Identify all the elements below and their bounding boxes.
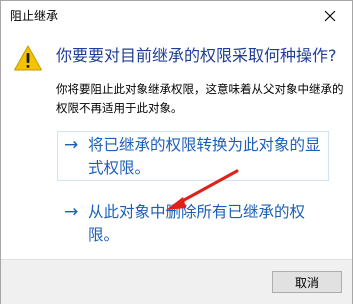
arrow-right-icon: → [64,135,79,155]
close-icon [324,10,336,22]
block-inheritance-dialog: 阻止继承 你要要对目前继承的权限采取何种操作? 你将要阻止此对象继承权限，这意味… [0,0,353,304]
title-bar: 阻止继承 [1,1,352,31]
close-button[interactable] [308,1,352,31]
annotation-arrow-icon [166,169,239,210]
dialog-footer: 取消 [1,259,352,304]
arrow-right-icon: → [64,202,79,222]
window-title: 阻止继承 [10,9,59,23]
cancel-button[interactable]: 取消 [272,271,342,293]
dialog-description: 你将要阻止此对象继承权限，这意味着从父对象中继承的权限不再适用于此对象。 [56,82,344,115]
warning-icon [14,45,42,71]
dialog-question: 你要要对目前继承的权限采取何种操作? [56,46,337,65]
